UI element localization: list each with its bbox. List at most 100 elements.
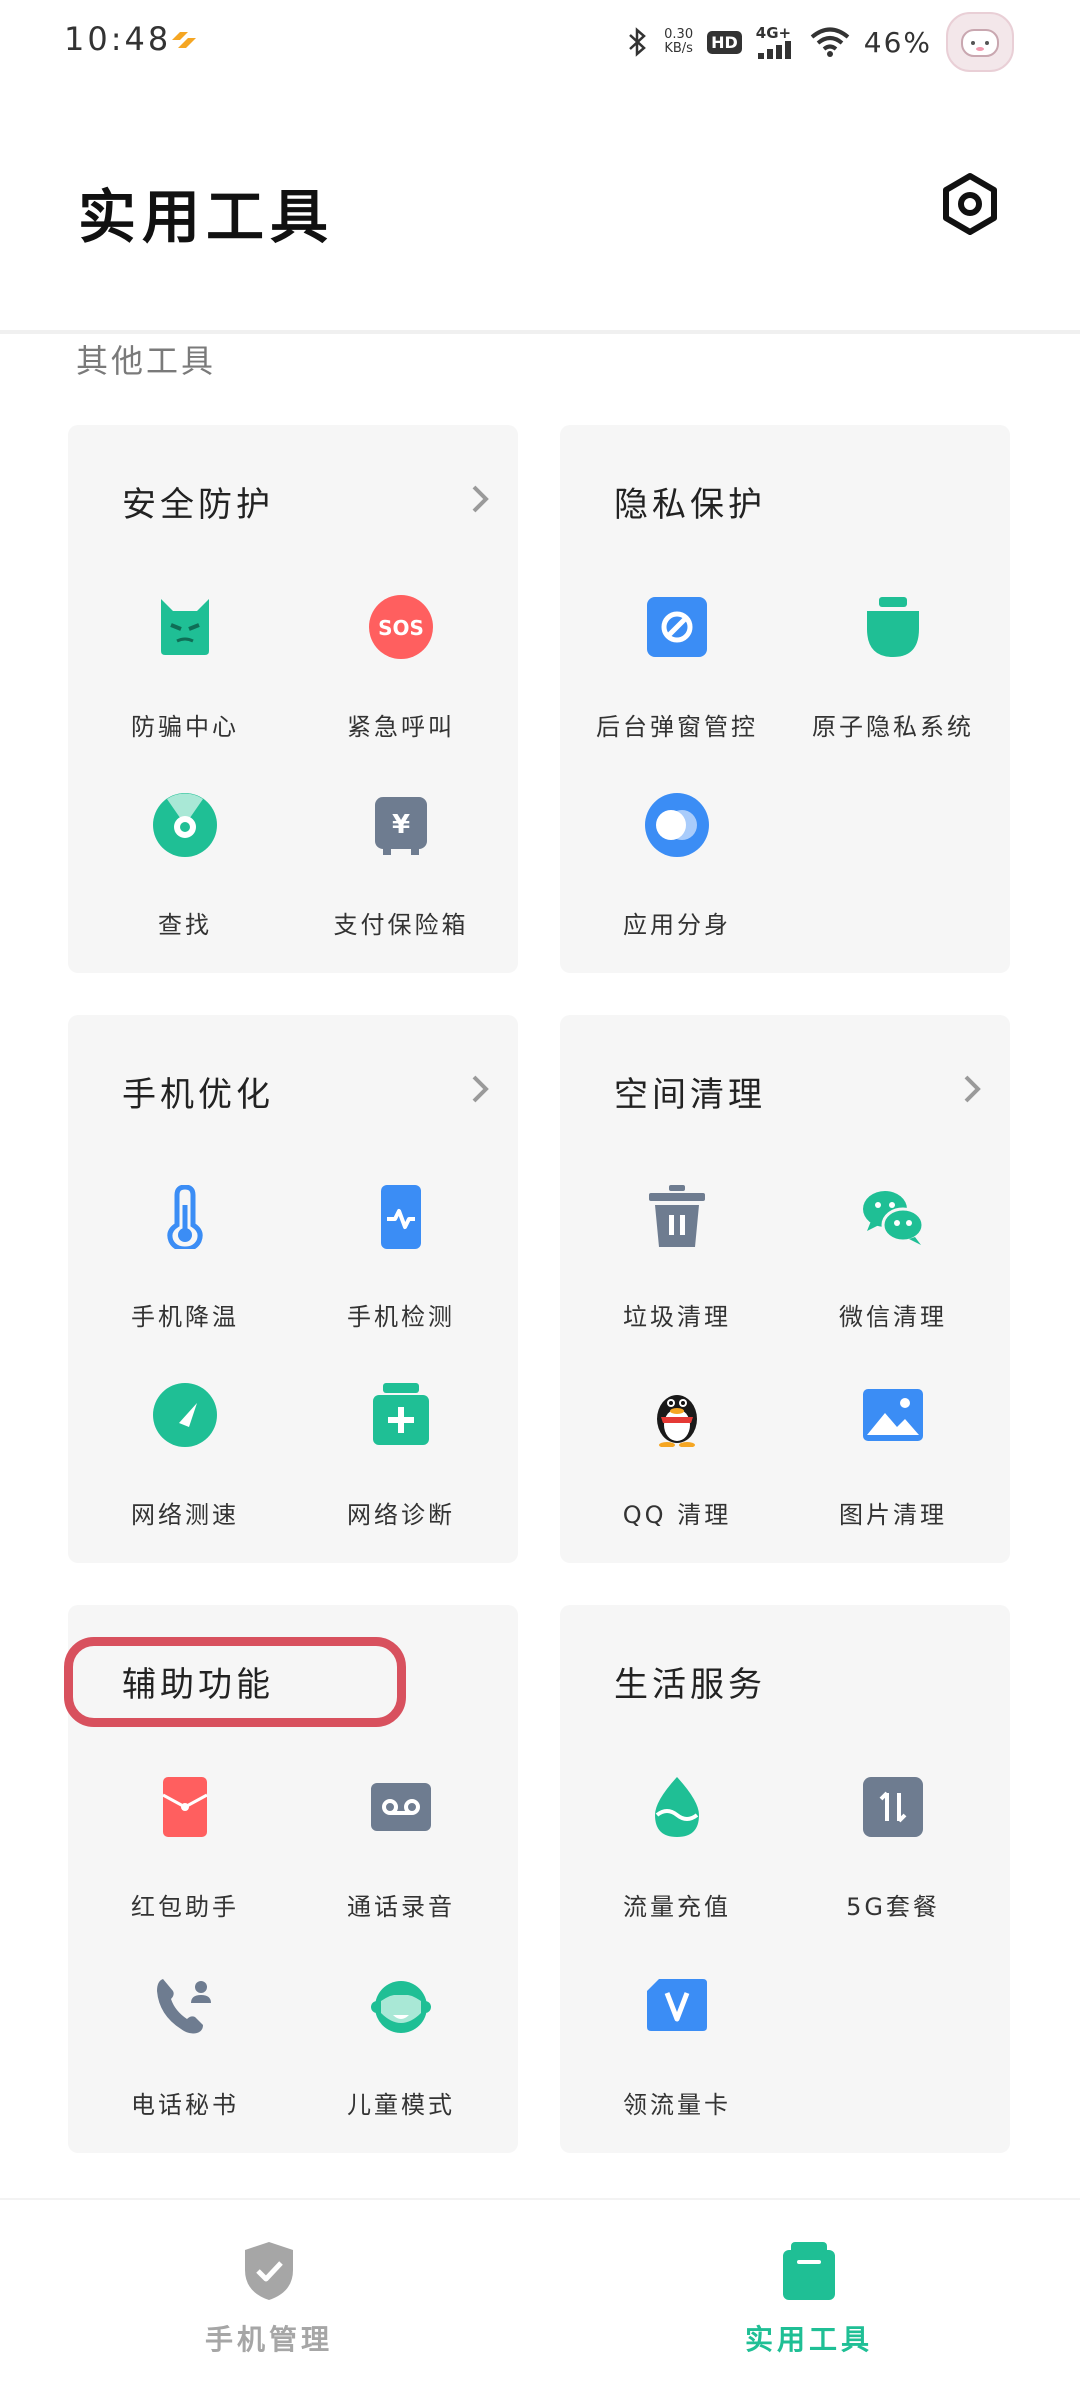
tool-label: 原子隐私系统 bbox=[812, 713, 974, 741]
find-device-icon bbox=[153, 793, 217, 857]
tool-label: 应用分身 bbox=[623, 911, 731, 939]
tool-label: 5G套餐 bbox=[846, 1893, 940, 1921]
phone-secretary-icon bbox=[157, 1979, 211, 2034]
tool-junk-cleanup[interactable]: 垃圾清理 bbox=[570, 1185, 784, 1335]
chevron-right-icon[interactable] bbox=[958, 1071, 986, 1107]
avatar-character-icon bbox=[961, 29, 999, 57]
tool-qq-cleanup[interactable]: QQ 清理 bbox=[570, 1383, 784, 1533]
card-title[interactable]: 生活服务 bbox=[614, 1657, 766, 1706]
network-speed-value: 0.30 bbox=[664, 27, 694, 42]
tool-label: 查找 bbox=[158, 911, 212, 939]
svg-text:SOS: SOS bbox=[378, 616, 424, 640]
bluetooth-icon bbox=[629, 27, 647, 57]
anti-fraud-icon bbox=[161, 599, 209, 655]
tool-phone-check[interactable]: 手机检测 bbox=[294, 1185, 508, 1335]
network-type: 4G+ bbox=[755, 24, 792, 42]
popup-block-icon bbox=[647, 597, 707, 657]
wifi-icon bbox=[810, 27, 850, 57]
tool-network-speed-test[interactable]: 网络测速 bbox=[78, 1383, 292, 1533]
page-title: 实用工具 bbox=[78, 183, 335, 251]
tool-wechat-cleanup[interactable]: 微信清理 bbox=[786, 1185, 1000, 1335]
card-title[interactable]: 隐私保护 bbox=[614, 477, 766, 526]
card-title[interactable]: 空间清理 bbox=[614, 1067, 766, 1116]
header-divider bbox=[0, 330, 1080, 334]
bottom-nav-divider bbox=[0, 2198, 1080, 2200]
card-life-services: 生活服务 流量充值 5G套餐 领流量卡 bbox=[560, 1605, 1010, 2153]
toolbox-icon bbox=[783, 2242, 835, 2300]
kids-mode-icon bbox=[371, 1981, 431, 2033]
wechat-icon bbox=[863, 1191, 925, 1245]
tool-photo-cleanup[interactable]: 图片清理 bbox=[786, 1383, 1000, 1533]
tool-atomic-privacy[interactable]: 原子隐私系统 bbox=[786, 595, 1000, 745]
tool-phone-cooling[interactable]: 手机降温 bbox=[78, 1185, 292, 1335]
tool-popup-control[interactable]: 后台弹窗管控 bbox=[570, 595, 784, 745]
tool-label: 网络诊断 bbox=[347, 1501, 455, 1529]
highlight-annotation bbox=[64, 1637, 406, 1727]
tool-kids-mode[interactable]: 儿童模式 bbox=[294, 1973, 508, 2123]
data-recharge-icon bbox=[655, 1777, 699, 1837]
card-security-protection: 安全防护 防骗中心 SOS 紧急呼叫 查找 ¥ 支付保险箱 bbox=[68, 425, 518, 973]
tool-label: 支付保险箱 bbox=[333, 911, 469, 939]
tool-5g-plan[interactable]: 5G套餐 bbox=[786, 1775, 1000, 1925]
nav-practical-tools[interactable]: 实用工具 bbox=[684, 2240, 934, 2360]
5g-plan-icon bbox=[863, 1777, 923, 1837]
tool-label: 网络测速 bbox=[131, 1501, 239, 1529]
payment-safe-icon: ¥ bbox=[375, 797, 427, 855]
card-phone-optimization: 手机优化 手机降温 手机检测 网络测速 网络诊断 bbox=[68, 1015, 518, 1563]
call-recording-icon bbox=[371, 1783, 431, 1831]
status-icons: 0.30 KB/s HD 4G+ 46% bbox=[626, 12, 1014, 72]
tool-find[interactable]: 查找 bbox=[78, 793, 292, 943]
nav-label: 实用工具 bbox=[744, 2323, 873, 2356]
chevron-right-icon[interactable] bbox=[466, 1071, 494, 1107]
chevron-right-icon[interactable] bbox=[466, 481, 494, 517]
trash-icon bbox=[649, 1185, 705, 1247]
cellular-signal: 4G+ bbox=[756, 25, 796, 59]
shield-check-icon bbox=[245, 2242, 293, 2300]
tool-label: 防骗中心 bbox=[131, 713, 239, 741]
tool-data-card[interactable]: 领流量卡 bbox=[570, 1973, 784, 2123]
signal-bars-icon bbox=[757, 41, 791, 59]
card-storage-cleanup: 空间清理 垃圾清理 微信清理 QQ 清理 图片清理 bbox=[560, 1015, 1010, 1563]
tool-label: 紧急呼叫 bbox=[347, 713, 455, 741]
thermometer-icon bbox=[167, 1185, 203, 1249]
data-card-icon bbox=[647, 1979, 707, 2031]
settings-gear-icon[interactable] bbox=[938, 172, 1002, 236]
tool-red-envelope-assistant[interactable]: 红包助手 bbox=[78, 1775, 292, 1925]
tool-phone-secretary[interactable]: 电话秘书 bbox=[78, 1973, 292, 2123]
tool-label: 电话秘书 bbox=[131, 2091, 239, 2119]
tool-label: 手机检测 bbox=[347, 1303, 455, 1331]
tool-label: 红包助手 bbox=[131, 1893, 239, 1921]
qq-penguin-icon bbox=[657, 1395, 697, 1447]
sos-icon: SOS bbox=[369, 595, 433, 659]
app-clone-icon bbox=[645, 793, 709, 857]
tool-payment-safe[interactable]: ¥ 支付保险箱 bbox=[294, 793, 508, 943]
tool-label: 流量充值 bbox=[623, 1893, 731, 1921]
nav-label: 手机管理 bbox=[204, 2323, 333, 2356]
battery-percentage: 46% bbox=[863, 25, 932, 59]
image-icon bbox=[863, 1389, 923, 1441]
phone-check-icon bbox=[381, 1185, 421, 1249]
orange-notification-icon bbox=[172, 32, 196, 48]
tool-label: QQ 清理 bbox=[622, 1501, 732, 1529]
svg-text:¥: ¥ bbox=[392, 810, 410, 840]
tool-label: 通话录音 bbox=[347, 1893, 455, 1921]
tool-data-recharge[interactable]: 流量充值 bbox=[570, 1775, 784, 1925]
tool-label: 后台弹窗管控 bbox=[596, 713, 758, 741]
section-title: 其他工具 bbox=[76, 342, 217, 380]
card-title[interactable]: 安全防护 bbox=[122, 477, 274, 526]
tool-app-clone[interactable]: 应用分身 bbox=[570, 793, 784, 943]
tool-anti-fraud-center[interactable]: 防骗中心 bbox=[78, 595, 292, 745]
avatar bbox=[946, 12, 1014, 72]
tool-label: 图片清理 bbox=[839, 1501, 947, 1529]
tool-network-diagnosis[interactable]: 网络诊断 bbox=[294, 1383, 508, 1533]
network-speed: 0.30 KB/s bbox=[664, 28, 693, 56]
tool-emergency-call[interactable]: SOS 紧急呼叫 bbox=[294, 595, 508, 745]
tool-call-recording[interactable]: 通话录音 bbox=[294, 1775, 508, 1925]
red-envelope-icon bbox=[162, 1777, 208, 1837]
tool-label: 领流量卡 bbox=[623, 2091, 731, 2119]
card-privacy-protection: 隐私保护 后台弹窗管控 原子隐私系统 应用分身 bbox=[560, 425, 1010, 973]
tool-label: 儿童模式 bbox=[347, 2091, 455, 2119]
nav-phone-manager[interactable]: 手机管理 bbox=[144, 2240, 394, 2360]
card-title[interactable]: 手机优化 bbox=[122, 1067, 274, 1116]
privacy-system-icon bbox=[867, 597, 919, 657]
